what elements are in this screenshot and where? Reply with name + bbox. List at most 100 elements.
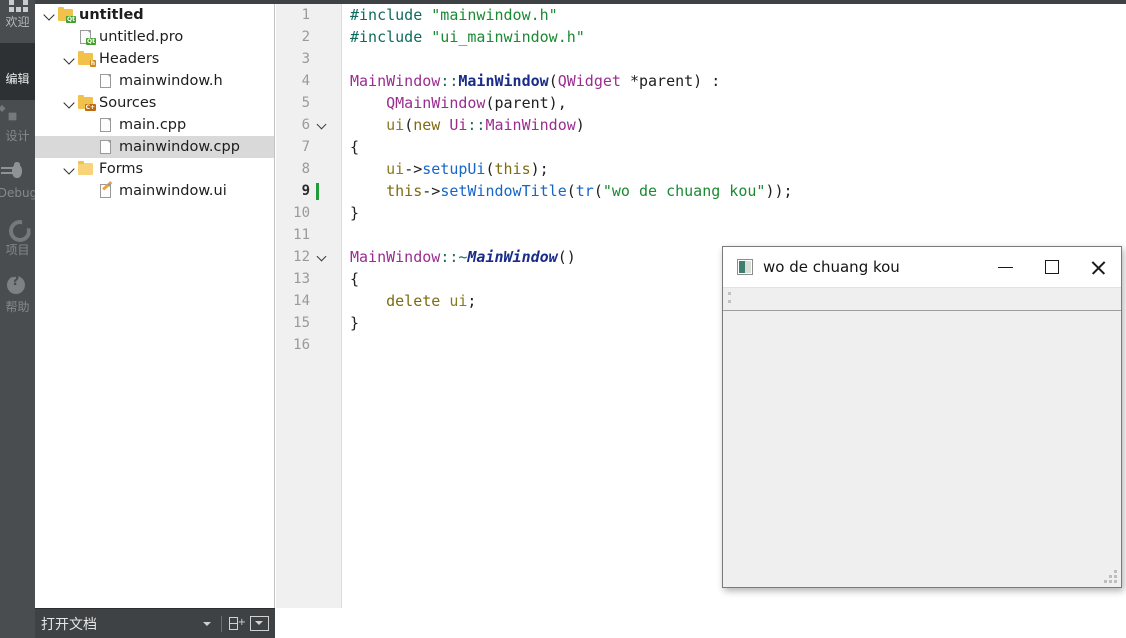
fold-placeholder	[316, 26, 330, 48]
file-icon	[97, 73, 115, 89]
code-line[interactable]: 10}	[276, 202, 1126, 224]
code-line[interactable]: 3	[276, 48, 1126, 70]
chevron-down-icon[interactable]	[63, 96, 77, 110]
code-token: new	[413, 116, 450, 134]
fold-chevron-down-icon[interactable]	[316, 246, 330, 268]
line-number: 15	[293, 315, 310, 331]
code-line[interactable]: 5 QMainWindow(parent),	[276, 92, 1126, 114]
qt-project-folder-icon: Qt	[57, 6, 76, 23]
code-token: );	[530, 160, 549, 178]
chevron-down-icon[interactable]	[63, 52, 77, 66]
code-line[interactable]: 11	[276, 224, 1126, 246]
code-token: ));	[765, 182, 793, 200]
code-token: QWidget	[557, 72, 621, 90]
code-token: {	[350, 138, 360, 156]
code-token: ->	[422, 182, 441, 200]
fold-placeholder	[316, 92, 330, 114]
code-token: (parent),	[485, 94, 567, 112]
headers-folder-icon: h	[77, 50, 96, 67]
code-line-text: {	[350, 136, 359, 158]
code-line[interactable]: 8 ui->setupUi(this);	[276, 158, 1126, 180]
fold-placeholder	[316, 202, 330, 224]
file-icon	[97, 139, 115, 155]
code-token: QMainWindow	[386, 94, 486, 112]
fold-placeholder	[316, 268, 330, 290]
code-line-text: #include "ui_mainwindow.h"	[350, 26, 585, 48]
code-token: ->	[404, 160, 423, 178]
line-number: 4	[301, 73, 310, 89]
code-token: }	[350, 314, 360, 332]
tree-item-forms[interactable]: Forms	[35, 158, 274, 180]
mode-item-4[interactable]: 项目	[0, 214, 35, 271]
code-line[interactable]: 9 this->setWindowTitle(tr("wo de chuang …	[276, 180, 1126, 202]
mode-item-label: Debug	[0, 186, 35, 200]
qt-pro-file-icon: Qt	[77, 29, 96, 45]
code-line[interactable]: 2 #include "ui_mainwindow.h"	[276, 26, 1126, 48]
code-token: ::~	[440, 248, 468, 266]
mode-item-debug[interactable]: Debug	[0, 157, 35, 214]
chevron-down-icon[interactable]	[43, 8, 57, 22]
design-diamond-icon	[7, 105, 29, 127]
mode-item-5[interactable]: 帮助	[0, 271, 35, 328]
tree-item-mainwindow-ui[interactable]: mainwindow.ui	[35, 180, 274, 202]
fold-placeholder	[316, 48, 330, 70]
code-token: (	[593, 182, 603, 200]
fold-placeholder	[316, 312, 330, 334]
code-token: *parent) :	[620, 72, 721, 90]
close-panel-dropdown-icon[interactable]	[250, 616, 269, 631]
tree-item-main-cpp[interactable]: main.cpp	[35, 114, 274, 136]
maximize-icon[interactable]	[1029, 247, 1075, 287]
tree-item-sources[interactable]: C+ Sources	[35, 92, 274, 114]
toolbar-grip-icon[interactable]	[728, 292, 732, 306]
tree-item-headers[interactable]: h Headers	[35, 48, 274, 70]
line-number: 3	[301, 51, 310, 67]
mode-selector-bar: 欢迎 编辑 设计 Debug 项目帮助	[0, 0, 35, 638]
app-window-title: wo de chuang kou	[763, 258, 900, 276]
resize-grip-icon[interactable]	[1104, 570, 1117, 583]
tree-item-mainwindow-h[interactable]: mainwindow.h	[35, 70, 274, 92]
separator	[221, 615, 222, 632]
tree-item-label: Forms	[99, 161, 144, 177]
mode-item-0[interactable]: 欢迎	[0, 0, 35, 43]
code-line[interactable]: 4 MainWindow::MainWindow(QWidget *parent)…	[276, 70, 1126, 92]
file-icon	[97, 117, 115, 133]
line-number: 1	[301, 7, 310, 23]
code-token: ()	[557, 248, 576, 266]
tree-item-untitled[interactable]: Qt untitled	[35, 4, 274, 26]
running-app-window[interactable]: wo de chuang kou	[722, 246, 1122, 588]
qt-window-icon	[737, 259, 753, 275]
code-token: )	[575, 116, 585, 134]
fold-placeholder	[316, 70, 330, 92]
fold-placeholder	[316, 224, 330, 246]
open-documents-bar[interactable]: 打开文档 +	[35, 608, 275, 638]
code-token: (	[404, 116, 414, 134]
app-window-titlebar[interactable]: wo de chuang kou	[723, 247, 1121, 288]
fold-placeholder	[316, 334, 330, 356]
fold-placeholder	[316, 290, 330, 312]
tree-item-untitled-pro[interactable]: Qt untitled.pro	[35, 26, 274, 48]
code-line[interactable]: 6 ui(new Ui::MainWindow)	[276, 114, 1126, 136]
app-window-toolbar[interactable]	[723, 288, 1121, 311]
split-editor-icon[interactable]: +	[228, 616, 246, 632]
fold-placeholder	[316, 158, 330, 180]
line-number: 14	[293, 293, 310, 309]
code-token: MainWindow	[485, 116, 576, 134]
chevron-down-icon[interactable]	[63, 162, 77, 176]
code-token: ;	[467, 292, 477, 310]
mode-item-label: 项目	[5, 243, 30, 257]
fold-chevron-down-icon[interactable]	[316, 114, 330, 136]
chevron-down-icon[interactable]	[199, 616, 215, 632]
code-token: MainWindow	[467, 248, 558, 266]
mode-item-1[interactable]: 编辑	[0, 43, 35, 100]
code-line[interactable]: 1 #include "mainwindow.h"	[276, 4, 1126, 26]
code-token: "ui_mainwindow.h"	[431, 28, 585, 46]
tree-item-label: mainwindow.cpp	[119, 139, 240, 155]
tree-item-mainwindow-cpp[interactable]: mainwindow.cpp	[35, 136, 274, 158]
code-line[interactable]: 7{	[276, 136, 1126, 158]
line-number: 10	[293, 205, 310, 221]
mode-item-2[interactable]: 设计	[0, 100, 35, 157]
minimize-icon[interactable]	[983, 247, 1029, 287]
code-token: {	[350, 270, 360, 288]
close-icon[interactable]	[1075, 247, 1121, 287]
